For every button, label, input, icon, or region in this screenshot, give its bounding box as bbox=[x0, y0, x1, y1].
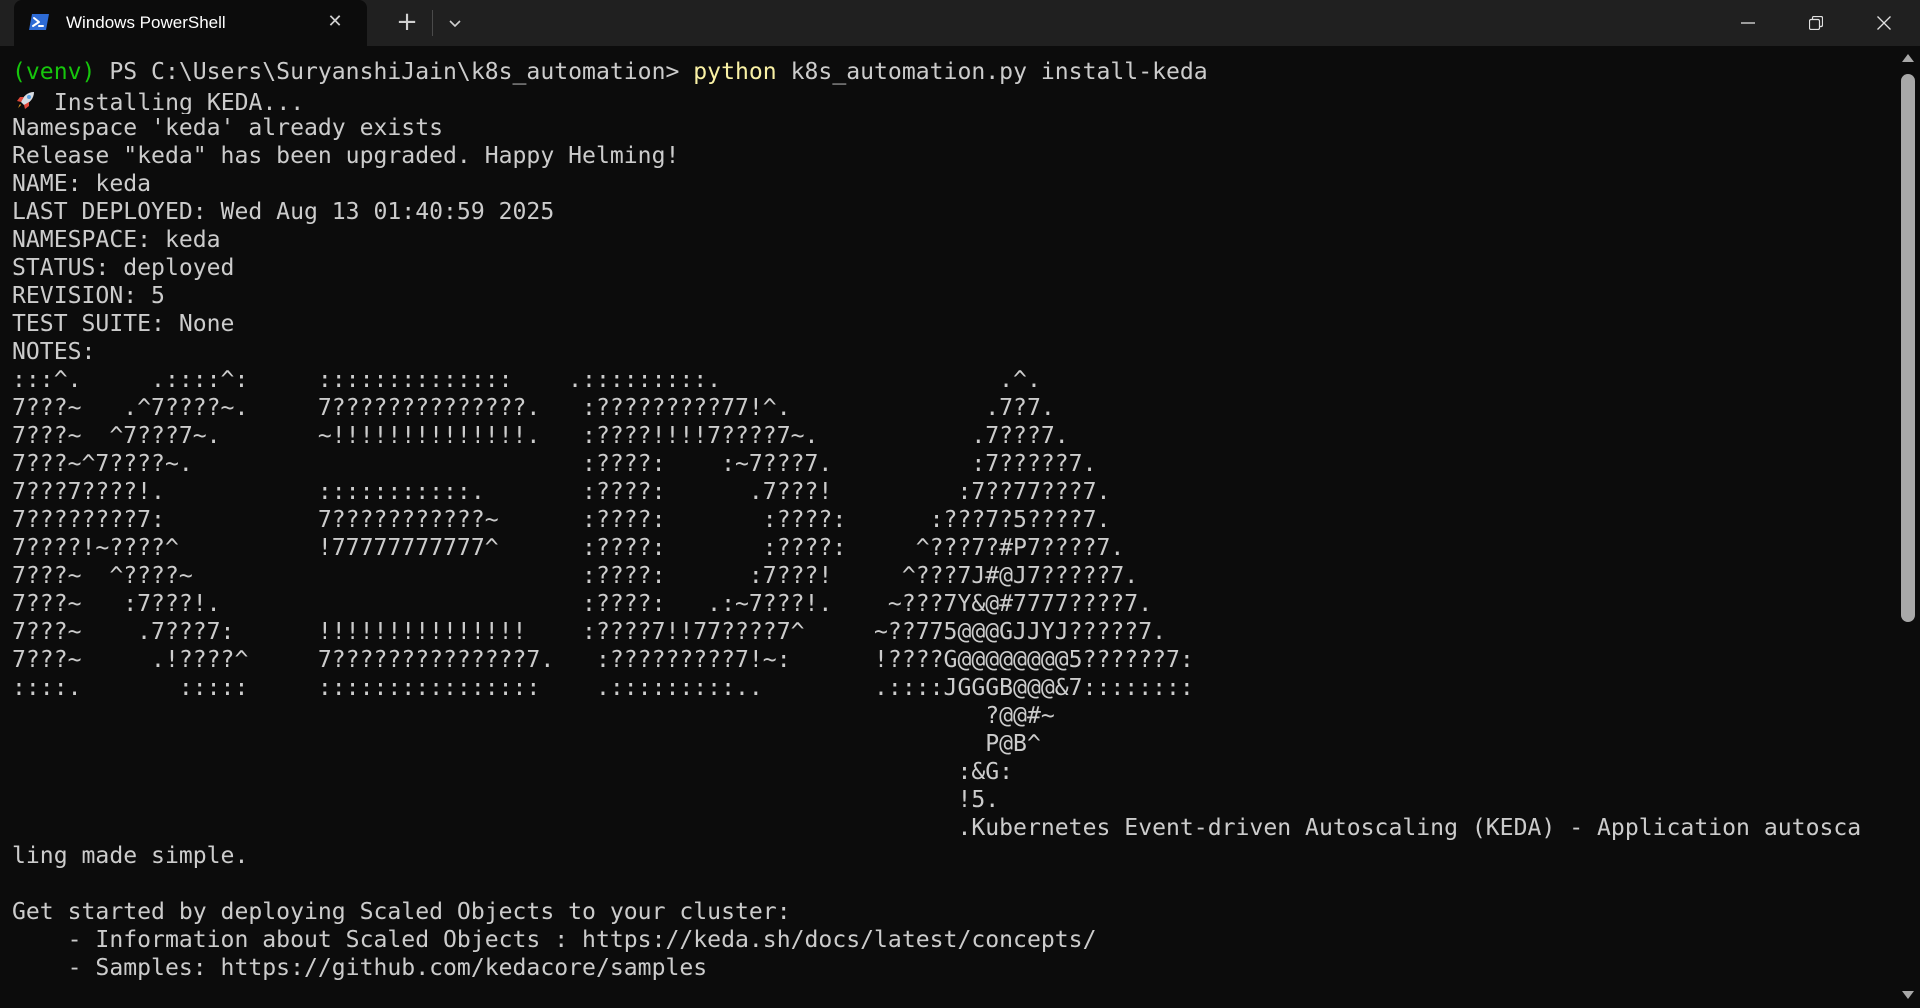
title-bar: Windows PowerShell ✕ + bbox=[0, 0, 1920, 46]
chevron-down-icon bbox=[449, 20, 461, 28]
prompt-path: PS C:\Users\SuryanshiJain\k8s_automation… bbox=[95, 59, 694, 85]
minimize-button[interactable] bbox=[1714, 0, 1782, 46]
command-name: python bbox=[693, 59, 777, 85]
tab-dropdown-button[interactable] bbox=[442, 10, 468, 36]
venv-indicator: (venv) bbox=[12, 59, 96, 85]
output-line: LAST DEPLOYED: Wed Aug 13 01:40:59 2025 bbox=[12, 199, 555, 225]
notes-line: 7???~ :7???!. :????: .:~7???!. ~???7Y&@#… bbox=[12, 591, 1153, 617]
notes-line: 7????????7: 7???????????~ :????: :????: … bbox=[12, 507, 1111, 533]
notes-line bbox=[12, 870, 1882, 898]
notes-line: ::::. ::::: :::::::::::::::: .:::::::::.… bbox=[12, 675, 1194, 701]
notes-line: :&G: bbox=[12, 759, 1014, 785]
output-line: Namespace 'keda' already exists bbox=[12, 115, 444, 141]
notes-line: 7???~^7????~. :????: :~7???7. :7?????7. bbox=[12, 451, 1097, 477]
notes-line: 7????!~????^ !77777777777^ :????: :????:… bbox=[12, 535, 1125, 561]
rocket-icon bbox=[17, 92, 34, 109]
notes-line: P@B^ bbox=[12, 731, 1041, 757]
output-line: NAMESPACE: keda bbox=[12, 227, 221, 253]
command-args: k8s_automation.py install-keda bbox=[776, 59, 1208, 85]
restore-icon bbox=[1809, 16, 1823, 30]
notes-line: 7???~ ^7???7~. ~!!!!!!!!!!!!!!. :????!!!… bbox=[12, 423, 1069, 449]
tab-close-icon[interactable]: ✕ bbox=[324, 11, 346, 33]
minimize-icon bbox=[1741, 22, 1755, 24]
powershell-icon bbox=[29, 14, 49, 30]
new-tab-button[interactable]: + bbox=[393, 9, 421, 37]
output-line: REVISION: 5 bbox=[12, 283, 165, 309]
notes-line: 7???~ .!????^ 7??????????????7. :???????… bbox=[12, 647, 1194, 673]
notes-line: - Samples: https://github.com/kedacore/s… bbox=[12, 955, 708, 981]
output-line: NOTES: bbox=[12, 339, 96, 365]
notes-line: :::^. .::::^: :::::::::::::: .:::::::::.… bbox=[12, 367, 1041, 393]
output-line: NAME: keda bbox=[12, 171, 152, 197]
installing-line: Installing KEDA... bbox=[12, 86, 1882, 114]
output-line: TEST SUITE: None bbox=[12, 311, 235, 337]
terminal-output[interactable]: (venv) PS C:\Users\SuryanshiJain\k8s_aut… bbox=[12, 58, 1882, 1008]
notes-line: ling made simple. bbox=[12, 843, 249, 869]
notes-line: 7???~ .7???7: !!!!!!!!!!!!!!! :????7!!77… bbox=[12, 619, 1166, 645]
maximize-button[interactable] bbox=[1782, 0, 1850, 46]
notes-line: 7???7????!. :::::::::::. :????: .7???! :… bbox=[12, 479, 1111, 505]
tab-title: Windows PowerShell bbox=[66, 13, 226, 32]
notes-line: .Kubernetes Event-driven Autoscaling (KE… bbox=[12, 815, 1862, 841]
scrollbar-thumb[interactable] bbox=[1901, 74, 1915, 622]
scroll-down-arrow-icon[interactable] bbox=[1902, 990, 1914, 1000]
output-line: STATUS: deployed bbox=[12, 255, 235, 281]
notes-line: 7???~ .^7????~. 7??????????????. :??????… bbox=[12, 395, 1055, 421]
notes-line: - Information about Scaled Objects : htt… bbox=[12, 927, 1097, 953]
output-line: Release "keda" has been upgraded. Happy … bbox=[12, 143, 680, 169]
tab-separator bbox=[432, 10, 433, 36]
vertical-scrollbar[interactable] bbox=[1896, 46, 1920, 1008]
tab-windows-powershell[interactable]: Windows PowerShell ✕ bbox=[14, 0, 367, 46]
installing-text: Installing KEDA... bbox=[40, 90, 305, 114]
notes-line: !5. bbox=[12, 787, 1000, 813]
prompt-line: (venv) PS C:\Users\SuryanshiJain\k8s_aut… bbox=[12, 58, 1882, 86]
close-icon bbox=[1877, 16, 1891, 30]
notes-line: Get started by deploying Scaled Objects … bbox=[12, 899, 791, 925]
scroll-up-arrow-icon[interactable] bbox=[1902, 53, 1914, 63]
close-window-button[interactable] bbox=[1850, 0, 1918, 46]
notes-line: 7???~ ^????~ :????: :7???! ^???7J#@J7???… bbox=[12, 563, 1139, 589]
notes-line: ?@@#~ bbox=[12, 703, 1055, 729]
